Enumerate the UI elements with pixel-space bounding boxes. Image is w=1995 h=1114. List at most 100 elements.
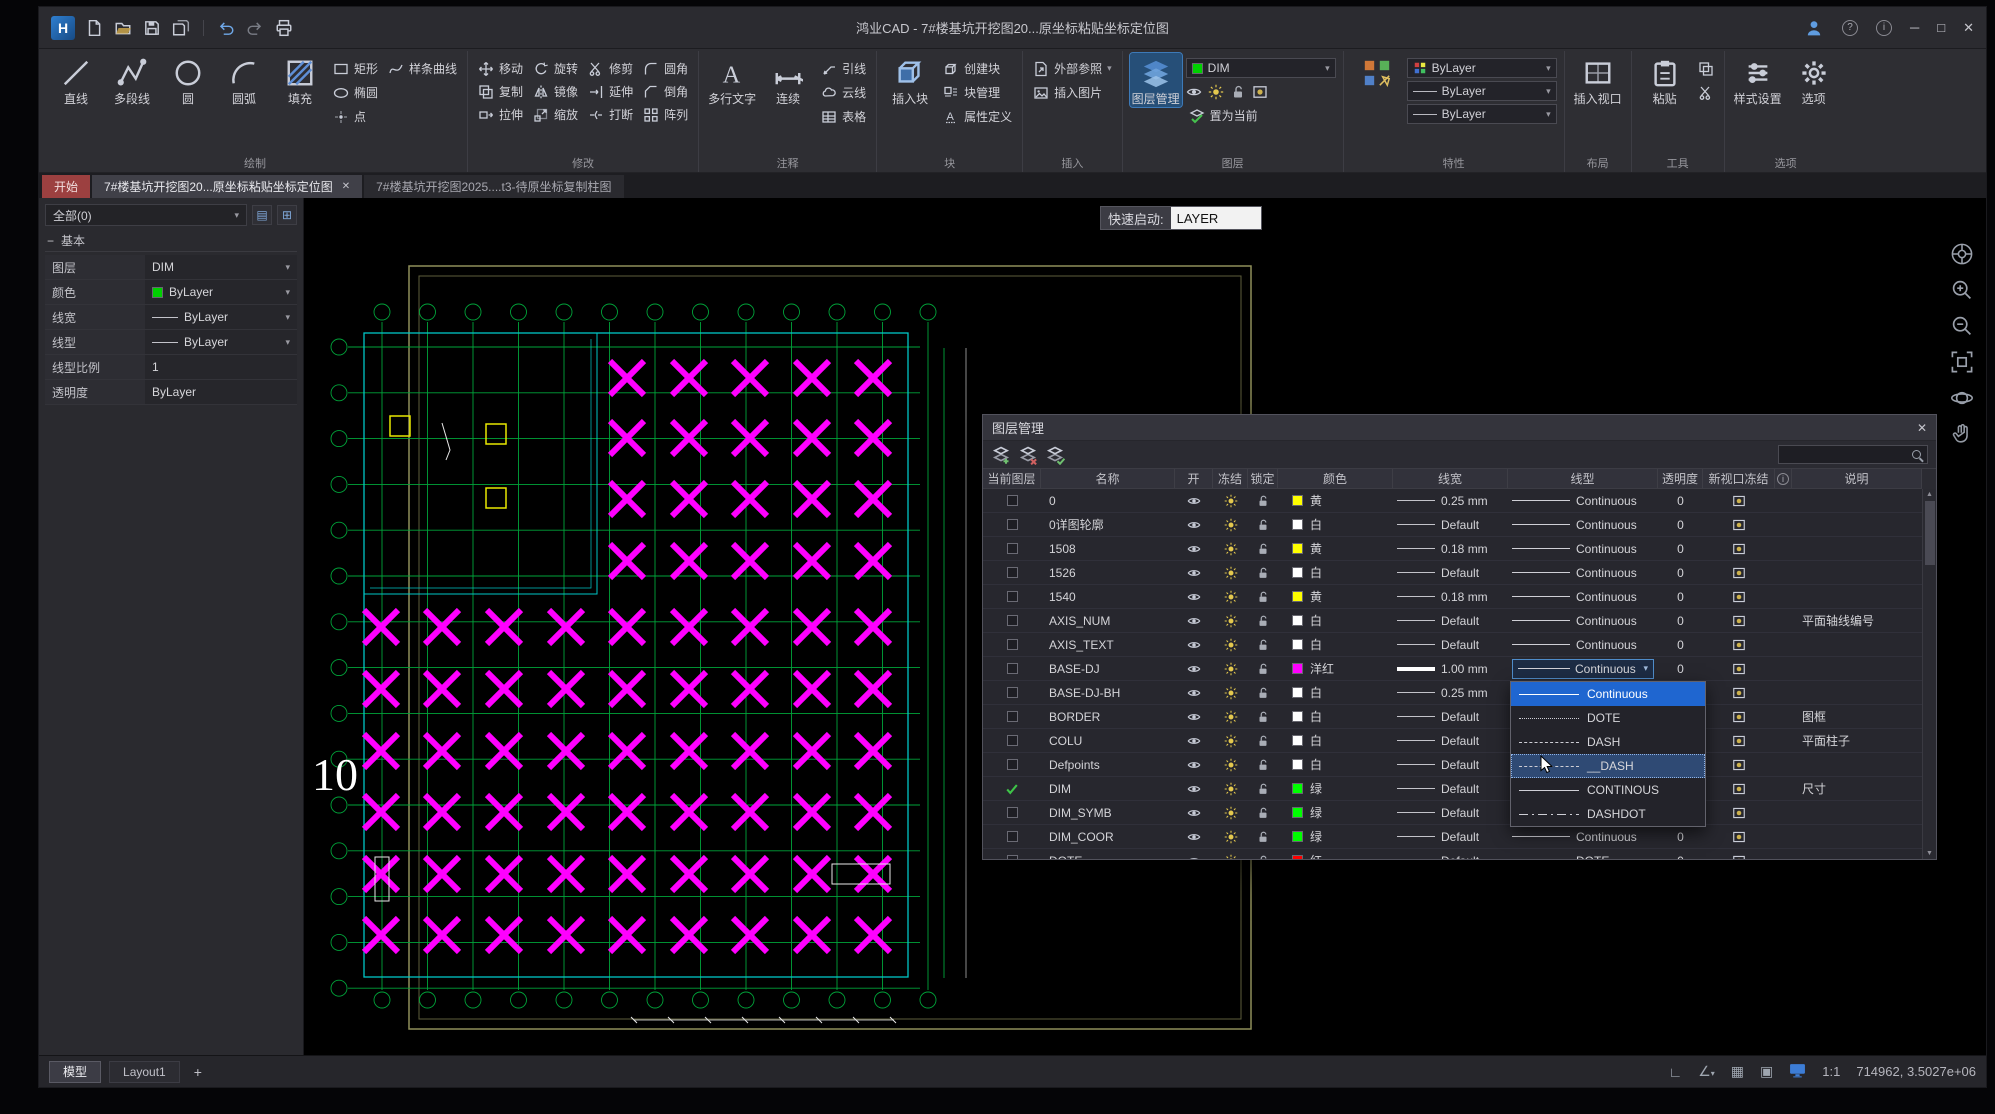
column-header[interactable]: 新视口冻结 (1703, 469, 1775, 488)
layer-transparency-cell[interactable]: 0 (1658, 518, 1703, 532)
layer-row[interactable]: 1526白DefaultContinuous0 (983, 561, 1922, 585)
layer-transparency-cell[interactable]: 0 (1658, 662, 1703, 676)
dimension-button[interactable]: 连续 (762, 53, 814, 107)
pan-icon[interactable] (1950, 422, 1974, 446)
set-current-layer-button[interactable]: 置为当前 (1186, 105, 1336, 126)
current-checkbox[interactable] (1007, 519, 1018, 530)
layer-transparency-cell[interactable]: 0 (1658, 494, 1703, 508)
layout1-tab[interactable]: Layout1 (109, 1061, 180, 1083)
fillet-button[interactable]: 圆角 (640, 58, 691, 79)
current-checkbox[interactable] (1007, 711, 1018, 722)
layer-linetype-cell[interactable]: Continuous (1508, 830, 1658, 844)
layer-vp-icon[interactable] (1252, 84, 1268, 100)
layer-lineweight-cell[interactable]: 0.25 mm (1393, 686, 1508, 700)
vp-freeze-cell[interactable] (1703, 830, 1775, 844)
vp-freeze-cell[interactable] (1703, 734, 1775, 748)
layer-lineweight-cell[interactable]: Default (1393, 518, 1508, 532)
ortho-toggle-icon[interactable]: ∟ (1669, 1064, 1683, 1080)
property-value[interactable]: ByLayer▾ (145, 330, 297, 354)
layer-color-cell[interactable]: 绿 (1278, 780, 1393, 797)
layer-transparency-cell[interactable]: 0 (1658, 590, 1703, 604)
quick-select-button[interactable]: ⊞ (277, 205, 297, 225)
layer-row[interactable]: 0黄0.25 mmContinuous0 (983, 489, 1922, 513)
quick-launch-input[interactable]: LAYER (1171, 207, 1261, 229)
scroll-down-icon[interactable]: ▼ (1926, 850, 1933, 857)
layer-row[interactable]: DIM_COOR绿DefaultContinuous0 (983, 825, 1922, 849)
model-tab[interactable]: 模型 (49, 1061, 101, 1083)
column-header[interactable]: 线型 (1508, 469, 1658, 488)
layer-lineweight-cell[interactable]: Default (1393, 710, 1508, 724)
rectangle-button[interactable]: 矩形 (330, 58, 381, 79)
close-icon[interactable]: ✕ (342, 181, 350, 192)
layer-row[interactable]: COLU白DefaultContinuous0平面柱子 (983, 729, 1922, 753)
layer-manager-button[interactable]: 图层管理 (1130, 53, 1182, 107)
vp-freeze-cell[interactable] (1703, 614, 1775, 628)
layer-lineweight-cell[interactable]: Default (1393, 566, 1508, 580)
layer-color-cell[interactable]: 白 (1278, 636, 1393, 653)
layer-lock-cell[interactable] (1248, 566, 1278, 580)
layer-row[interactable]: Defpoints白DefaultContinuous0 (983, 753, 1922, 777)
redo-button[interactable] (245, 18, 265, 38)
layer-on-cell[interactable] (1175, 710, 1213, 724)
layer-row[interactable]: BASE-DJ-BH白0.25 mmContinuous0 (983, 681, 1922, 705)
layer-freeze-cell[interactable] (1213, 782, 1248, 796)
current-layer-cell[interactable] (983, 711, 1041, 722)
style-settings-button[interactable]: 样式设置 (1732, 53, 1784, 107)
layer-lineweight-cell[interactable]: 0.18 mm (1393, 590, 1508, 604)
drawing-canvas[interactable]: 10 快速启动: LAYER 图层管理 ✕ (304, 198, 1986, 1055)
viewport-toggle-icon[interactable]: ▣ (1760, 1063, 1773, 1080)
polar-tracking-icon[interactable]: ∠▾ (1698, 1063, 1715, 1080)
zoom-out-icon[interactable] (1950, 314, 1974, 338)
layer-on-cell[interactable] (1175, 686, 1213, 700)
layer-on-cell[interactable] (1175, 758, 1213, 772)
column-header[interactable]: 当前图层 (983, 469, 1041, 488)
layer-lock-cell[interactable] (1248, 806, 1278, 820)
insert-image-button[interactable]: 插入图片 (1030, 82, 1115, 103)
current-checkbox[interactable] (1007, 855, 1018, 860)
layer-linetype-cell[interactable]: Continuous (1508, 542, 1658, 556)
column-header[interactable]: 线宽 (1393, 469, 1508, 488)
vp-freeze-cell[interactable] (1703, 518, 1775, 532)
layer-freeze-cell[interactable] (1213, 662, 1248, 676)
tab-document-active[interactable]: 7#楼基坑开挖图20...原坐标粘贴坐标定位图✕ (92, 175, 362, 198)
create-block-button[interactable]: 创建块 (940, 58, 1015, 79)
property-value[interactable]: 1 (145, 355, 297, 379)
undo-button[interactable] (216, 18, 236, 38)
layer-color-cell[interactable]: 白 (1278, 684, 1393, 701)
column-header[interactable]: 锁定 (1248, 469, 1278, 488)
arc-button[interactable]: 圆弧 (218, 53, 270, 107)
layer-freeze-cell[interactable] (1213, 806, 1248, 820)
user-account-button[interactable] (1804, 18, 1824, 38)
layer-lock-cell[interactable] (1248, 830, 1278, 844)
layer-color-cell[interactable]: 绿 (1278, 828, 1393, 845)
current-layer-cell[interactable] (983, 543, 1041, 554)
layer-row[interactable]: DOTE红DefaultDOTE0 (983, 849, 1922, 860)
vp-freeze-cell[interactable] (1703, 590, 1775, 604)
info-icon[interactable]: i (1876, 20, 1892, 36)
layer-lineweight-cell[interactable]: Default (1393, 782, 1508, 796)
layer-on-cell[interactable] (1175, 566, 1213, 580)
layer-freeze-cell[interactable] (1213, 590, 1248, 604)
layer-lock-cell[interactable] (1248, 662, 1278, 676)
vp-freeze-cell[interactable] (1703, 542, 1775, 556)
layer-color-cell[interactable]: 白 (1278, 564, 1393, 581)
hatch-button[interactable]: 填充 (274, 53, 326, 107)
current-checkbox[interactable] (1007, 663, 1018, 674)
layer-freeze-cell[interactable] (1213, 734, 1248, 748)
scale-indicator[interactable]: 1:1 (1822, 1064, 1840, 1079)
save-all-button[interactable] (171, 18, 191, 38)
linetype-option[interactable]: DASH (1511, 730, 1705, 754)
copy-button[interactable]: 复制 (475, 81, 526, 102)
stretch-button[interactable]: 拉伸 (475, 104, 526, 125)
scrollbar-thumb[interactable] (1925, 501, 1935, 565)
close-button[interactable]: ✕ (1963, 20, 1974, 36)
leader-button[interactable]: 引线 (818, 58, 869, 79)
layer-on-cell[interactable] (1175, 614, 1213, 628)
new-layer-button[interactable] (991, 445, 1011, 465)
dialog-close-button[interactable]: ✕ (1917, 421, 1927, 435)
maximize-button[interactable]: □ (1937, 20, 1945, 35)
current-checkbox[interactable] (1007, 759, 1018, 770)
layer-freeze-cell[interactable] (1213, 686, 1248, 700)
linetype-combobox[interactable]: Continuous▾ (1512, 659, 1654, 679)
array-button[interactable]: 阵列 (640, 104, 691, 125)
